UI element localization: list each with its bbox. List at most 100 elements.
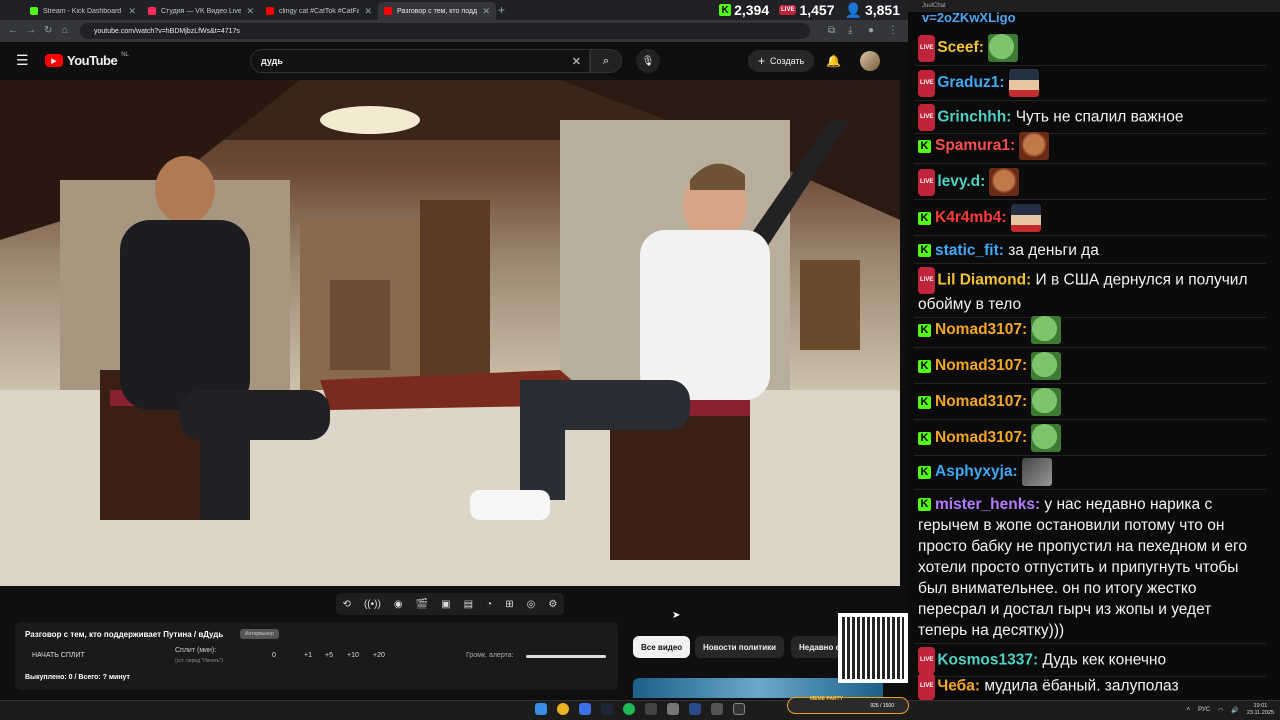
chat-username[interactable]: Sceef: bbox=[937, 39, 984, 56]
chat-username[interactable]: Kosmos1337: bbox=[937, 652, 1038, 669]
chat-message: K Spamura1: bbox=[914, 130, 1266, 164]
stream-counters: K 2,394 LIVE 1,457 👤 3,851 bbox=[719, 0, 900, 20]
download-icon[interactable]: ⤓ bbox=[848, 25, 852, 36]
chat-username[interactable]: K4r4mb4: bbox=[935, 209, 1007, 226]
voice-search-button[interactable]: 🎙 bbox=[636, 49, 660, 73]
meme-value: 925 / 1500 bbox=[870, 702, 894, 709]
add-10-button[interactable]: +10 bbox=[347, 652, 359, 659]
gear-icon[interactable]: ⚙ bbox=[548, 599, 557, 610]
speed-icon[interactable]: ◔ bbox=[486, 599, 492, 610]
broadcast-icon[interactable]: ((•)) bbox=[364, 599, 381, 610]
extensions-icon[interactable]: ⧉ bbox=[828, 25, 835, 36]
add-1-button[interactable]: +1 bbox=[304, 652, 312, 659]
add-5-button[interactable]: +5 bbox=[325, 652, 333, 659]
new-tab-button[interactable]: + bbox=[498, 3, 505, 17]
pepe-emote-icon bbox=[1031, 388, 1062, 416]
app-icon[interactable] bbox=[667, 703, 679, 715]
chat-username[interactable]: static_fit: bbox=[935, 242, 1004, 259]
chat-username[interactable]: Чеба: bbox=[937, 678, 980, 695]
kick-icon: K bbox=[918, 244, 931, 258]
mic-icon: 🎙 bbox=[641, 55, 655, 67]
close-icon[interactable]: ✕ bbox=[246, 6, 254, 17]
volume-icon[interactable]: 🔊 bbox=[1231, 707, 1238, 714]
chat-username[interactable]: Lil Diamond: bbox=[937, 272, 1031, 289]
chat-username[interactable]: Asphyxyja: bbox=[935, 463, 1018, 480]
tab-interview[interactable]: Разговор с тем, кто подде… ✕ bbox=[378, 2, 496, 20]
loop-icon[interactable]: ⟲ bbox=[343, 599, 351, 610]
chat-text: за деньги да bbox=[1008, 242, 1099, 259]
chat-message: K Asphyxyja: bbox=[914, 456, 1266, 490]
url-input[interactable]: youtube.com/watch?v=hBDMjbzLfWs&t=4717s bbox=[80, 23, 810, 39]
obs-icon[interactable] bbox=[645, 703, 657, 715]
tab-clingy-cat[interactable]: clingy cat #CatTok #CatFails20… ✕ bbox=[260, 2, 378, 20]
kick-icon: K bbox=[918, 359, 931, 373]
picture-icon[interactable]: ▣ bbox=[441, 599, 450, 610]
chat-message: Kmister_henks: у нас недавно нарика с ге… bbox=[914, 492, 1266, 644]
chat-username[interactable]: mister_henks: bbox=[935, 496, 1040, 513]
chat-username[interactable]: Nomad3107: bbox=[935, 393, 1027, 410]
chat-username[interactable]: levy.d: bbox=[937, 173, 985, 190]
language-indicator[interactable]: РУС bbox=[1198, 707, 1210, 713]
profile-icon[interactable]: ● bbox=[868, 25, 874, 36]
chat-username[interactable]: Nomad3107: bbox=[935, 357, 1027, 374]
chat-message: LIVE Graduz1: bbox=[914, 67, 1266, 101]
eye-icon[interactable]: ◉ bbox=[394, 599, 403, 610]
volume-slider[interactable] bbox=[526, 655, 606, 658]
search-icon: ⌕ bbox=[602, 54, 610, 67]
chat-link-text[interactable]: v=2oZKwXLigo bbox=[922, 10, 1016, 25]
search-value: дудь bbox=[261, 56, 283, 66]
youtube-logo[interactable]: ▶ YouTube NL bbox=[45, 51, 129, 68]
chip-all-videos[interactable]: Все видео bbox=[633, 636, 691, 658]
bell-icon[interactable]: 🔔 bbox=[826, 54, 841, 68]
start-icon[interactable] bbox=[535, 703, 547, 715]
app-icon[interactable] bbox=[601, 703, 613, 715]
close-icon[interactable]: ✕ bbox=[364, 6, 372, 17]
create-button[interactable]: + Создать bbox=[748, 50, 815, 72]
chat-username[interactable]: Graduz1: bbox=[937, 74, 1004, 91]
search-button[interactable]: ⌕ bbox=[590, 49, 622, 73]
meme-party-widget[interactable]: 925 / 1500 bbox=[787, 697, 909, 714]
chat-username[interactable]: Spamura1: bbox=[935, 137, 1015, 154]
app-icon[interactable] bbox=[711, 703, 723, 715]
chrome-icon[interactable] bbox=[557, 703, 569, 715]
close-icon[interactable]: ✕ bbox=[482, 6, 490, 17]
video-player[interactable] bbox=[0, 80, 900, 586]
forward-icon[interactable]: → bbox=[26, 25, 36, 36]
spotify-icon[interactable] bbox=[623, 703, 635, 715]
date: 23.11.2025 bbox=[1246, 710, 1274, 716]
chat-username[interactable]: Grinchhh: bbox=[937, 109, 1011, 126]
app-icon[interactable] bbox=[689, 703, 701, 715]
clear-icon[interactable]: ✕ bbox=[572, 55, 581, 68]
chevron-up-icon[interactable]: ˄ bbox=[1187, 707, 1191, 713]
clock[interactable]: 19:01 23.11.2025 bbox=[1247, 703, 1274, 717]
add-frame-icon[interactable]: ⊞ bbox=[505, 599, 513, 610]
region-label: NL bbox=[121, 51, 129, 58]
chip-politics-news[interactable]: Новости политики bbox=[695, 636, 785, 658]
home-icon[interactable]: ⌂ bbox=[62, 25, 68, 36]
steam-icon[interactable] bbox=[579, 703, 591, 715]
film-icon[interactable]: ▤ bbox=[464, 599, 473, 610]
cap-emote-icon bbox=[1010, 204, 1041, 232]
chat-message: LIVE Чеба: мудила ёбаный. залуполаз bbox=[914, 671, 1266, 703]
wifi-icon[interactable]: ◠ bbox=[1218, 707, 1223, 714]
split-value[interactable]: 0 bbox=[272, 652, 276, 659]
start-split-button[interactable]: НАЧАТЬ СПЛИТ bbox=[32, 652, 85, 659]
menu-icon[interactable]: ⋮ bbox=[888, 25, 898, 36]
chat-text: Дудь кек конечно bbox=[1042, 651, 1167, 669]
reload-icon[interactable]: ↻ bbox=[44, 25, 52, 36]
add-20-button[interactable]: +20 bbox=[373, 652, 385, 659]
back-icon[interactable]: ← bbox=[8, 25, 18, 36]
clapper-icon[interactable]: 🎬 bbox=[416, 599, 428, 610]
close-icon[interactable]: ✕ bbox=[128, 6, 136, 17]
avatar[interactable] bbox=[860, 51, 880, 71]
kick-icon: K bbox=[918, 498, 931, 512]
app-icon[interactable] bbox=[733, 703, 745, 715]
search-input[interactable]: дудь ✕ bbox=[250, 49, 590, 73]
chip-recent[interactable]: Недавно о bbox=[791, 636, 841, 658]
hamburger-icon[interactable]: ☰ bbox=[16, 52, 29, 69]
camera-icon[interactable]: ◎ bbox=[527, 599, 536, 610]
chat-username[interactable]: Nomad3107: bbox=[935, 429, 1027, 446]
tab-kick-dashboard[interactable]: Stream - Kick Dashboard ✕ bbox=[24, 2, 142, 20]
tab-vk-studio[interactable]: Студия — VK Видео Live ✕ bbox=[142, 2, 260, 20]
chat-username[interactable]: Nomad3107: bbox=[935, 321, 1027, 338]
